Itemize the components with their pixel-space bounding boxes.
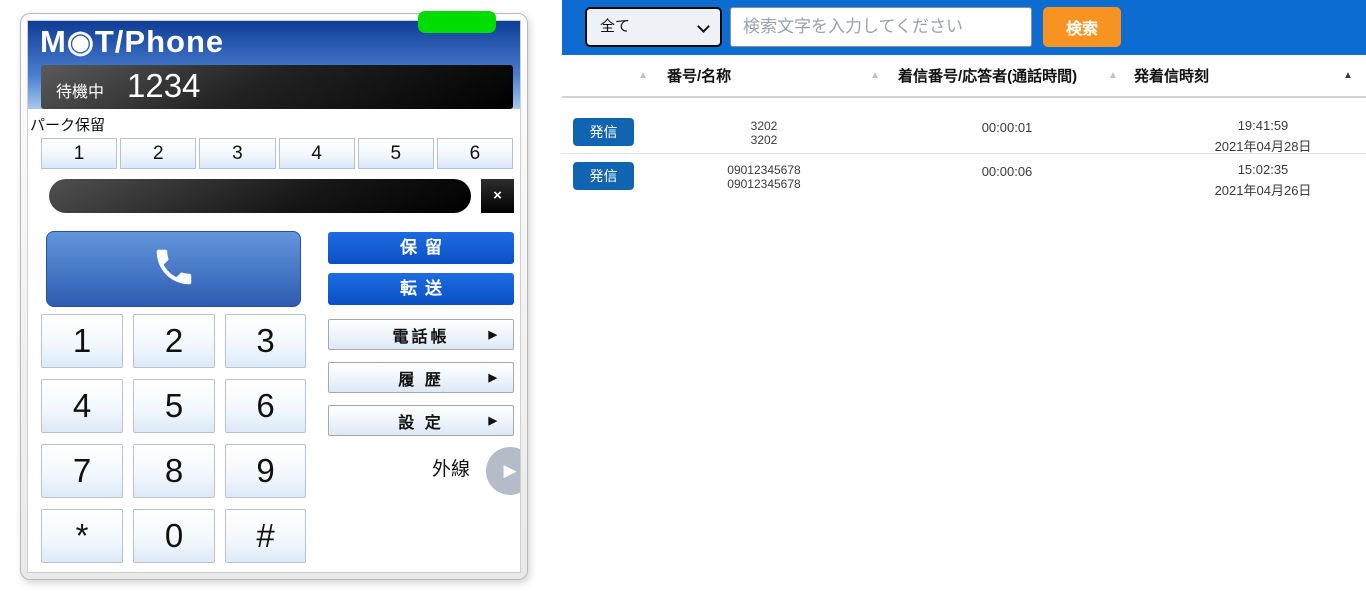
dial-key-7[interactable]: 7 [41,444,123,498]
call-history-panel: 全て 検索 ▲ 番号/名称 ▲ 着信番号/応答者(通話時間) ▲ 発着信時刻 ▲… [562,0,1366,615]
clear-button[interactable]: × [481,179,514,213]
outside-line-label: 外線 [432,454,470,481]
time-cell: 15:02:35 [1163,162,1363,177]
sort-icon[interactable]: ▲ [870,70,880,81]
softphone-body: M◉T/Phone 待機中 1234 パーク保留 1 2 3 4 5 6 × 保… [27,20,521,573]
date-cell: 2021年04月26日 [1163,180,1363,199]
phonebook-button[interactable]: 電話帳 ▶ [328,319,514,350]
search-button[interactable]: 検索 [1043,7,1121,47]
search-toolbar: 全て 検索 [562,0,1366,55]
play-arrow-icon: ▶ [503,461,516,480]
softphone-window: M◉T/Phone 待機中 1234 パーク保留 1 2 3 4 5 6 × 保… [20,13,528,580]
number-line2: 3202 [664,133,864,147]
dial-key-1[interactable]: 1 [41,314,123,368]
settings-label: 設 定 [398,409,443,433]
dial-key-6[interactable]: 6 [225,379,306,433]
arrow-right-icon: ▶ [489,371,497,384]
number-line1: 3202 [664,119,864,133]
status-display: 待機中 1234 [41,65,513,109]
status-indicator-green [418,11,496,33]
dial-key-2[interactable]: 2 [133,314,215,368]
dial-key-4[interactable]: 4 [41,379,123,433]
extension-number: 1234 [127,67,200,105]
chevron-down-icon [697,20,710,33]
table-header-divider [562,96,1366,98]
dial-number-display [49,179,471,213]
dial-key-hash[interactable]: # [225,509,306,563]
arrow-right-icon: ▶ [489,328,497,341]
park-button-4[interactable]: 4 [279,138,355,169]
settings-button[interactable]: 設 定 ▶ [328,405,514,436]
transfer-button[interactable]: 転送 [328,273,514,305]
number-line2: 09012345678 [664,177,864,191]
call-button[interactable] [46,231,301,307]
park-hold-label: パーク保留 [30,114,105,135]
dial-key-star[interactable]: * [41,509,123,563]
phone-icon [151,244,197,295]
dial-key-5[interactable]: 5 [133,379,215,433]
sort-icon[interactable]: ▲ [1108,70,1118,81]
column-header-callee-duration[interactable]: 着信番号/応答者(通話時間) [898,65,1077,86]
duration-cell: 00:00:06 [907,164,1107,179]
hold-button[interactable]: 保留 [328,232,514,264]
park-hold-row: 1 2 3 4 5 6 [41,138,513,169]
arrow-right-icon: ▶ [489,414,497,427]
time-cell: 19:41:59 [1163,118,1363,133]
filter-select[interactable]: 全て [585,7,722,47]
park-button-6[interactable]: 6 [437,138,513,169]
park-button-2[interactable]: 2 [120,138,196,169]
park-button-3[interactable]: 3 [199,138,275,169]
park-button-1[interactable]: 1 [41,138,117,169]
dial-key-3[interactable]: 3 [225,314,306,368]
close-icon: × [493,187,502,204]
column-header-datetime[interactable]: 発着信時刻 [1134,65,1209,86]
history-label: 履 歴 [398,366,443,390]
filter-select-value: 全て [600,18,630,35]
motphone-logo: M◉T/Phone [40,24,224,60]
number-line1: 09012345678 [664,163,864,177]
number-name-cell: 09012345678 09012345678 [664,163,864,191]
dial-key-8[interactable]: 8 [133,444,215,498]
sort-icon-active[interactable]: ▲ [1343,70,1353,81]
search-input[interactable] [730,7,1032,47]
outside-line-button[interactable]: ▶ [486,447,521,495]
dialpad: 1 2 3 4 5 6 7 8 9 * 0 # [41,314,307,563]
sort-icon[interactable]: ▲ [638,70,648,81]
table-row: 発信 3202 3202 00:00:01 19:41:59 2021年04月2… [562,110,1366,153]
duration-cell: 00:00:01 [907,120,1107,135]
table-row: 発信 09012345678 09012345678 00:00:06 15:0… [562,153,1366,196]
status-label: 待機中 [56,78,104,102]
history-button[interactable]: 履 歴 ▶ [328,362,514,393]
softphone-header: M◉T/Phone 待機中 1234 [28,21,520,109]
number-name-cell: 3202 3202 [664,119,864,147]
phonebook-label: 電話帳 [392,323,449,347]
dial-out-button[interactable]: 発信 [573,118,634,146]
dial-out-button[interactable]: 発信 [573,162,634,190]
column-header-number-name[interactable]: 番号/名称 [667,65,731,86]
park-button-5[interactable]: 5 [358,138,434,169]
dial-key-9[interactable]: 9 [225,444,306,498]
dial-key-0[interactable]: 0 [133,509,215,563]
